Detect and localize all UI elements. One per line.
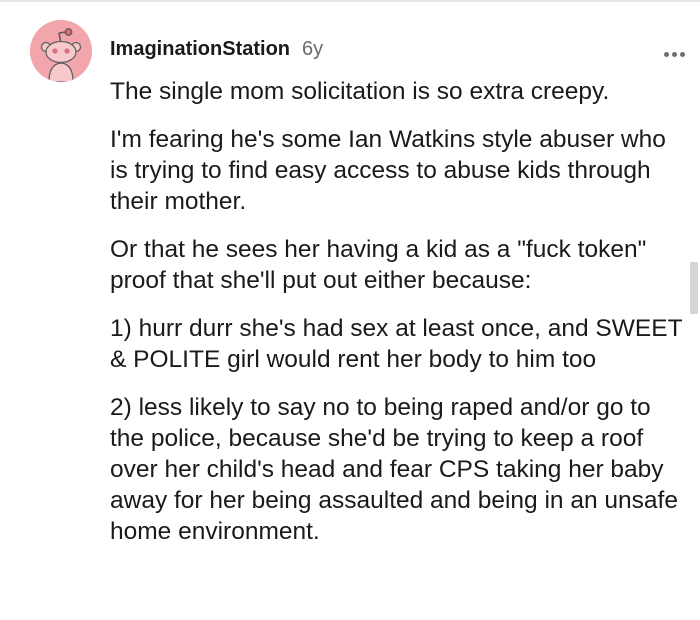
comment-paragraph: Or that he sees her having a kid as a "f… [110,236,647,294]
comment-age: 6y [302,38,324,60]
comment-header: ImaginationStation 6y [110,38,670,64]
username-link[interactable]: ImaginationStation [110,38,290,61]
user-avatar[interactable] [30,20,92,82]
ellipsis-icon [664,52,669,57]
comment-body: The single mom solicitation is so extra … [110,76,685,564]
comment-paragraph: 2) less likely to say no to being raped … [110,394,678,545]
comment-paragraph: The single mom solicitation is so extra … [110,78,610,105]
comment-paragraph: I'm fearing he's some Ian Watkins style … [110,126,666,215]
more-options-button[interactable] [664,44,692,57]
scrollbar-thumb[interactable] [690,262,698,314]
top-divider [0,0,700,2]
comment-paragraph: 1) hurr durr she's had sex at least once… [110,315,683,373]
snoo-avatar-icon [30,20,92,82]
